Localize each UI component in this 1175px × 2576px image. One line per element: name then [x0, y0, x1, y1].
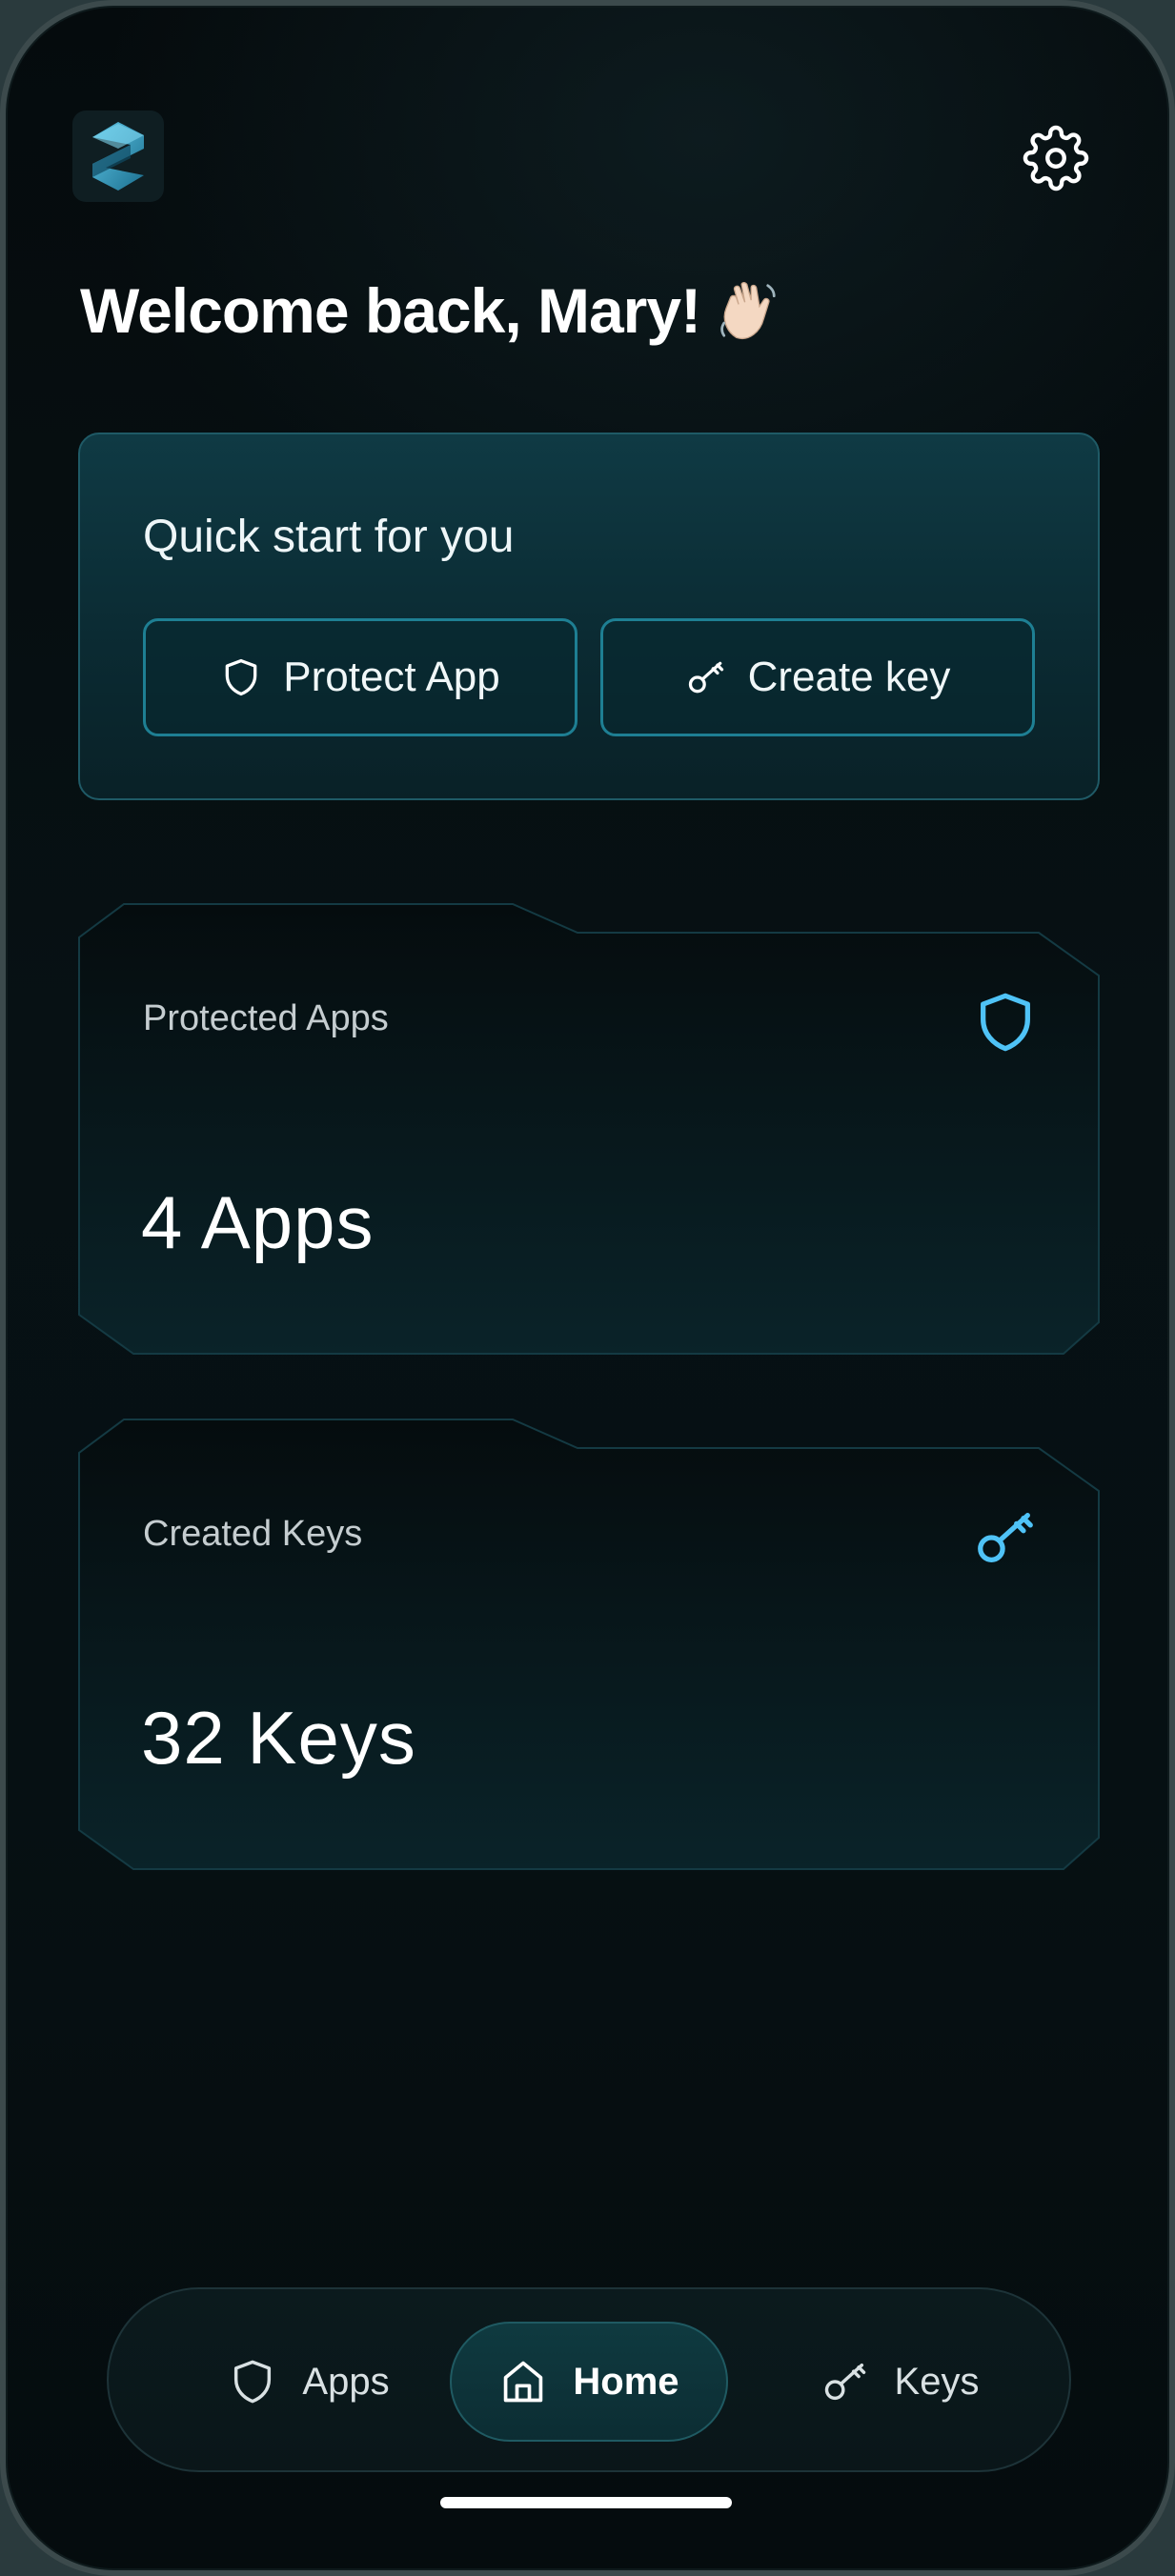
nav-item-apps[interactable]: Apps: [194, 2322, 423, 2442]
key-icon: [824, 2363, 865, 2401]
create-key-button[interactable]: Create key: [600, 618, 1035, 736]
welcome-heading: Welcome back, Mary!: [80, 274, 782, 347]
waving-hand-icon: [720, 282, 776, 340]
house-icon: [504, 2361, 543, 2403]
card-frame: [78, 1419, 1100, 1870]
nav-label-keys: Keys: [894, 2360, 980, 2403]
created-keys-label: Created Keys: [143, 1514, 363, 1554]
created-keys-value: 32 Keys: [141, 1696, 416, 1780]
nav-label-apps: Apps: [302, 2360, 390, 2403]
shield-icon: [981, 993, 1030, 1052]
created-keys-card[interactable]: Created Keys 32 Keys: [78, 1419, 1100, 1870]
protected-apps-value: 4 Apps: [141, 1180, 375, 1264]
card-frame: [78, 903, 1100, 1355]
protect-app-label: Protect App: [283, 654, 500, 700]
app-screen: Welcome back, Mary! Quick start for you …: [6, 6, 1169, 2570]
phone-frame: Welcome back, Mary! Quick start for you …: [0, 0, 1175, 2576]
shield-icon: [234, 2360, 272, 2404]
nav-item-home[interactable]: Home: [450, 2322, 728, 2442]
nav-item-keys[interactable]: Keys: [795, 2322, 1004, 2442]
gear-icon: [1023, 125, 1089, 191]
bottom-nav: Apps Home Keys: [107, 2287, 1071, 2472]
home-indicator[interactable]: [440, 2497, 732, 2508]
protected-apps-label: Protected Apps: [143, 998, 389, 1038]
key-icon: [978, 1513, 1033, 1562]
quick-start-card: Quick start for you Protect App Create k…: [78, 433, 1100, 800]
protected-apps-card[interactable]: Protected Apps 4 Apps: [78, 903, 1100, 1355]
create-key-label: Create key: [747, 654, 951, 700]
welcome-text: Welcome back, Mary!: [80, 275, 701, 346]
nav-label-home: Home: [573, 2360, 679, 2403]
protect-app-button[interactable]: Protect App: [143, 618, 577, 736]
app-logo-icon: [72, 111, 164, 202]
key-icon: [688, 661, 723, 694]
quick-start-title: Quick start for you: [143, 512, 515, 562]
shield-icon: [225, 658, 257, 696]
settings-button[interactable]: [1022, 124, 1090, 192]
